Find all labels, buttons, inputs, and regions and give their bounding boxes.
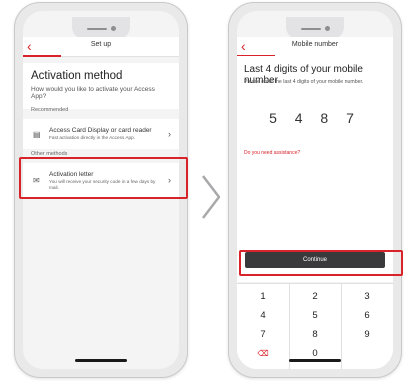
navigation-bar: ‹ Set up <box>23 37 179 57</box>
home-indicator <box>289 359 341 362</box>
phone-notch <box>72 17 130 39</box>
key-4[interactable]: 4 <box>237 308 289 324</box>
option-card-reader[interactable]: ▤ Access Card Display or card reader Fas… <box>23 119 179 149</box>
highlight-continue <box>239 250 403 276</box>
chevron-right-icon: › <box>168 129 171 139</box>
activation-header: Activation method How would you like to … <box>23 63 179 109</box>
navigation-bar: ‹ Mobile number <box>237 37 393 57</box>
highlight-activation-letter <box>19 157 188 199</box>
numeric-keypad: 1 2 3 4 5 6 7 8 9 ⌫ 0 <box>237 283 393 369</box>
speaker-icon <box>301 28 321 30</box>
key-8[interactable]: 8 <box>289 327 341 343</box>
phone-notch <box>286 17 344 39</box>
speaker-icon <box>87 28 107 30</box>
camera-icon <box>111 26 116 31</box>
section-label-recommended: Recommended <box>31 107 69 113</box>
page-subtitle: Please enter the last 4 digits of your m… <box>244 79 364 85</box>
digits-input[interactable]: 5 4 8 7 <box>237 110 393 126</box>
option-description: Fast activation directly in the Access A… <box>49 135 135 140</box>
key-9[interactable]: 9 <box>341 327 393 343</box>
phone-right-screen: ‹ Mobile number Last 4 digits of your mo… <box>237 11 393 369</box>
page-subtitle: How would you like to activate your Acce… <box>31 86 155 100</box>
backspace-icon[interactable]: ⌫ <box>237 346 289 362</box>
mobile-number-panel: Last 4 digits of your mobile number Plea… <box>237 56 393 282</box>
phone-right: ‹ Mobile number Last 4 digits of your mo… <box>228 2 402 378</box>
camera-icon <box>325 26 330 31</box>
key-7[interactable]: 7 <box>237 327 289 343</box>
key-3[interactable]: 3 <box>341 289 393 305</box>
page-title: Activation method <box>31 70 123 82</box>
nav-underline <box>23 55 61 57</box>
key-6[interactable]: 6 <box>341 308 393 324</box>
arrow-right-icon <box>202 175 221 219</box>
key-5[interactable]: 5 <box>289 308 341 324</box>
option-title: Access Card Display or card reader <box>49 127 152 134</box>
key-2[interactable]: 2 <box>289 289 341 305</box>
assistance-link[interactable]: Do you need assistance? <box>244 150 300 156</box>
nav-title: Set up <box>90 41 112 48</box>
keypad-divider <box>237 283 393 284</box>
key-1[interactable]: 1 <box>237 289 289 305</box>
card-reader-icon: ▤ <box>33 130 41 139</box>
nav-title: Mobile number <box>291 41 339 48</box>
home-indicator <box>75 359 127 362</box>
